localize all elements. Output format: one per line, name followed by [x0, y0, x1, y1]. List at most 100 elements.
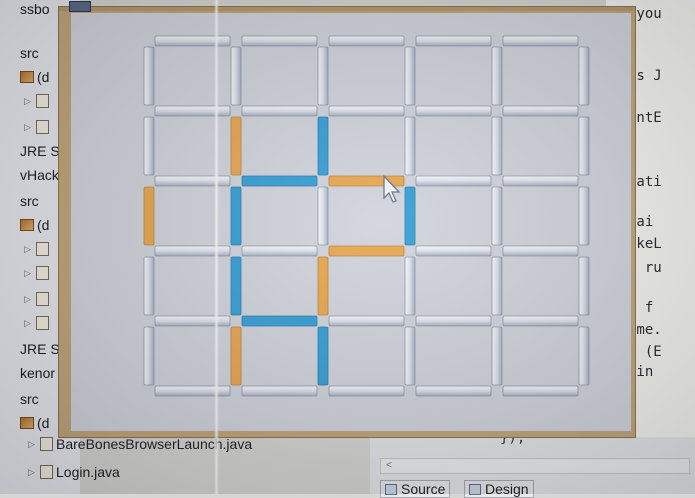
tree-item-label: vHack: [20, 167, 59, 183]
java-file-icon: [36, 94, 49, 108]
vertical-edge[interactable]: [143, 116, 155, 176]
java-file-icon: [36, 316, 49, 330]
horizontal-edge[interactable]: [328, 105, 405, 117]
vertical-edge[interactable]: [578, 186, 590, 246]
vertical-edge[interactable]: [578, 256, 590, 316]
expand-toggle-icon[interactable]: ▷: [24, 268, 33, 279]
tree-item-label: JRE S: [20, 143, 60, 159]
window-title-bar[interactable]: [59, 7, 635, 11]
dots-and-boxes-board[interactable]: [71, 13, 631, 431]
vertical-edge[interactable]: [491, 116, 503, 176]
design-icon: [469, 483, 481, 495]
expand-toggle-icon[interactable]: ▷: [24, 244, 33, 255]
vertical-edge[interactable]: [578, 46, 590, 106]
horizontal-edge[interactable]: [328, 315, 405, 327]
vertical-edge[interactable]: [143, 256, 155, 316]
java-file-icon: [36, 242, 49, 256]
horizontal-edge[interactable]: [502, 385, 579, 397]
horizontal-edge[interactable]: [328, 245, 405, 257]
horizontal-edge[interactable]: [241, 315, 318, 327]
horizontal-edge[interactable]: [154, 315, 231, 327]
game-window[interactable]: [58, 1, 636, 438]
vertical-edge[interactable]: [143, 186, 155, 246]
horizontal-edge[interactable]: [241, 385, 318, 397]
java-file-icon: [40, 437, 53, 451]
vertical-edge[interactable]: [404, 46, 416, 106]
vertical-edge[interactable]: [230, 326, 242, 386]
horizontal-edge[interactable]: [502, 245, 579, 257]
horizontal-edge[interactable]: [241, 35, 318, 47]
vertical-edge[interactable]: [317, 186, 329, 246]
package-icon: [20, 219, 34, 231]
tree-item-label: JRE S: [20, 341, 60, 357]
horizontal-edge[interactable]: [502, 175, 579, 187]
tree-item-label: (d: [37, 415, 50, 431]
vertical-edge[interactable]: [317, 116, 329, 176]
mouse-cursor-icon: [383, 174, 401, 203]
horizontal-edge[interactable]: [241, 245, 318, 257]
vertical-edge[interactable]: [404, 256, 416, 316]
horizontal-edge[interactable]: [241, 105, 318, 117]
vertical-edge[interactable]: [578, 116, 590, 176]
java-file-icon: [40, 465, 53, 479]
tree-item-label: (d: [37, 217, 50, 233]
horizontal-edge[interactable]: [415, 175, 492, 187]
vertical-edge[interactable]: [230, 256, 242, 316]
horizontal-edge[interactable]: [154, 385, 231, 397]
vertical-edge[interactable]: [317, 256, 329, 316]
vertical-edge[interactable]: [578, 326, 590, 386]
expand-toggle-icon[interactable]: ▷: [28, 439, 37, 450]
tree-item-file[interactable]: ▷ Login.java: [28, 461, 120, 483]
vertical-edge[interactable]: [491, 326, 503, 386]
source-icon: [385, 483, 397, 495]
horizontal-edge[interactable]: [415, 245, 492, 257]
package-icon: [20, 417, 34, 429]
java-file-icon: [36, 120, 49, 134]
horizontal-edge[interactable]: [415, 35, 492, 47]
expand-toggle-icon[interactable]: ▷: [24, 294, 33, 305]
vertical-edge[interactable]: [143, 326, 155, 386]
package-icon: [20, 71, 34, 83]
vertical-edge[interactable]: [230, 46, 242, 106]
expand-toggle-icon[interactable]: ▷: [24, 122, 33, 133]
java-file-icon: [36, 292, 49, 306]
tree-item-label: src: [20, 391, 39, 407]
horizontal-edge[interactable]: [154, 245, 231, 257]
horizontal-edge[interactable]: [415, 315, 492, 327]
expand-toggle-icon[interactable]: ▷: [28, 467, 37, 478]
scroll-left-arrow-icon[interactable]: <: [381, 459, 397, 473]
vertical-edge[interactable]: [317, 326, 329, 386]
vertical-edge[interactable]: [317, 46, 329, 106]
vertical-edge[interactable]: [491, 46, 503, 106]
vertical-edge[interactable]: [404, 326, 416, 386]
vertical-edge[interactable]: [491, 186, 503, 246]
horizontal-edge[interactable]: [328, 35, 405, 47]
horizontal-edge[interactable]: [154, 35, 231, 47]
tab-source[interactable]: Source: [380, 480, 451, 498]
vertical-edge[interactable]: [143, 46, 155, 106]
horizontal-edge[interactable]: [415, 385, 492, 397]
horizontal-edge[interactable]: [415, 105, 492, 117]
tree-item-label: kenor: [20, 365, 56, 381]
horizontal-edge[interactable]: [502, 315, 579, 327]
expand-toggle-icon[interactable]: ▷: [24, 96, 33, 107]
tree-item-label: src: [20, 193, 39, 209]
vertical-edge[interactable]: [230, 116, 242, 176]
expand-toggle-icon[interactable]: ▷: [24, 318, 33, 329]
horizontal-edge[interactable]: [241, 175, 318, 187]
horizontal-edge[interactable]: [328, 385, 405, 397]
horizontal-edge[interactable]: [502, 35, 579, 47]
vertical-edge[interactable]: [404, 186, 416, 246]
vertical-edge[interactable]: [491, 256, 503, 316]
horizontal-edge[interactable]: [502, 105, 579, 117]
horizontal-edge[interactable]: [154, 175, 231, 187]
vertical-edge[interactable]: [230, 186, 242, 246]
tree-item-label: src: [20, 45, 39, 61]
vertical-edge[interactable]: [404, 116, 416, 176]
tab-design[interactable]: Design: [464, 480, 534, 498]
window-app-icon: [69, 1, 91, 12]
horizontal-scrollbar[interactable]: <: [380, 458, 690, 474]
horizontal-edge[interactable]: [154, 105, 231, 117]
tree-item-label: (d: [37, 69, 50, 85]
game-canvas[interactable]: [71, 13, 631, 431]
